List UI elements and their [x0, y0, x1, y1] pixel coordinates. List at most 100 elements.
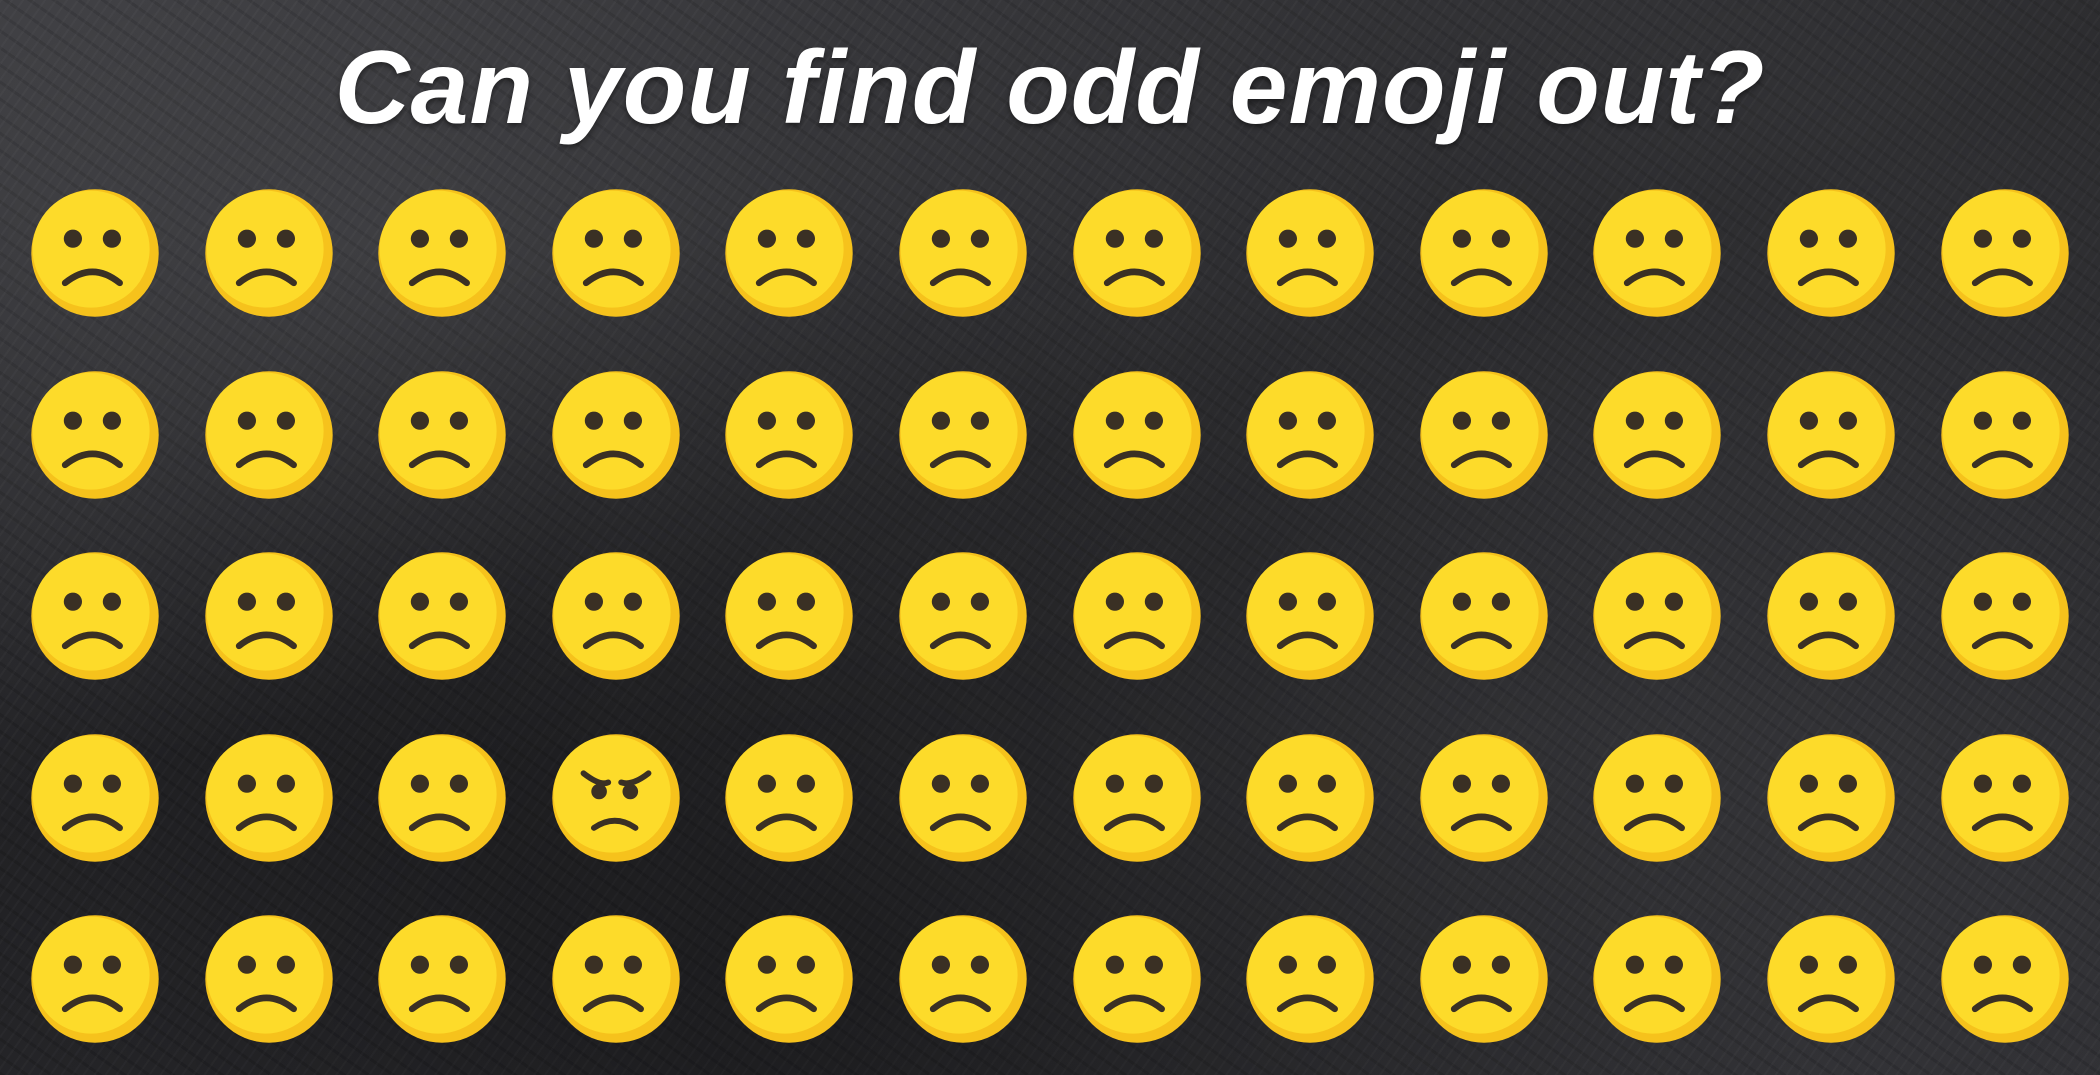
emoji-tile[interactable]: [724, 551, 854, 681]
emoji-grid: [30, 188, 2070, 1048]
emoji-tile[interactable]: [30, 733, 160, 863]
frowning-face-icon: [204, 370, 333, 499]
frowning-face-icon: [1246, 915, 1374, 1043]
emoji-tile[interactable]: [1072, 733, 1202, 863]
angry-face-icon: [552, 733, 680, 862]
frowning-face-icon: [1940, 733, 2069, 862]
emoji-tile[interactable]: [377, 733, 507, 863]
emoji-tile[interactable]: [1940, 551, 2070, 681]
frowning-face-icon: [725, 189, 854, 317]
frowning-face-icon: [1767, 552, 1895, 680]
emoji-tile[interactable]: [1592, 551, 1722, 681]
emoji-tile[interactable]: [1766, 914, 1896, 1044]
emoji-tile[interactable]: [204, 551, 334, 681]
emoji-tile[interactable]: [1245, 370, 1375, 500]
emoji-tile[interactable]: [724, 914, 854, 1044]
frowning-face-icon: [1072, 370, 1201, 499]
emoji-tile[interactable]: [1766, 370, 1896, 500]
frowning-face-icon: [1072, 552, 1201, 680]
frowning-face-icon: [899, 552, 1027, 680]
frowning-face-icon: [1767, 915, 1895, 1043]
emoji-tile[interactable]: [1419, 733, 1549, 863]
frowning-face-icon: [31, 370, 159, 499]
frowning-face-icon: [378, 189, 506, 317]
emoji-tile[interactable]: [551, 733, 681, 863]
emoji-tile[interactable]: [1419, 551, 1549, 681]
puzzle-canvas: Can you find odd emoji out?: [0, 0, 2100, 1075]
emoji-tile[interactable]: [1072, 914, 1202, 1044]
emoji-tile[interactable]: [1419, 370, 1549, 500]
emoji-tile[interactable]: [204, 188, 334, 318]
frowning-face-icon: [31, 915, 159, 1043]
emoji-tile[interactable]: [1592, 914, 1722, 1044]
emoji-tile[interactable]: [1072, 188, 1202, 318]
frowning-face-icon: [899, 733, 1027, 862]
emoji-tile[interactable]: [898, 914, 1028, 1044]
emoji-tile[interactable]: [30, 370, 160, 500]
frowning-face-icon: [204, 915, 333, 1043]
frowning-face-icon: [1940, 915, 2069, 1043]
frowning-face-icon: [552, 189, 680, 317]
frowning-face-icon: [725, 915, 854, 1043]
emoji-tile[interactable]: [551, 551, 681, 681]
emoji-tile[interactable]: [551, 188, 681, 318]
frowning-face-icon: [899, 370, 1027, 499]
emoji-tile[interactable]: [1072, 370, 1202, 500]
emoji-tile[interactable]: [898, 188, 1028, 318]
emoji-tile[interactable]: [377, 551, 507, 681]
emoji-tile[interactable]: [1940, 914, 2070, 1044]
frowning-face-icon: [1593, 370, 1722, 499]
emoji-tile[interactable]: [724, 370, 854, 500]
frowning-face-icon: [1767, 189, 1895, 317]
emoji-tile[interactable]: [1940, 370, 2070, 500]
frowning-face-icon: [1246, 552, 1374, 680]
frowning-face-icon: [1940, 552, 2069, 680]
emoji-tile[interactable]: [30, 188, 160, 318]
emoji-tile[interactable]: [1592, 188, 1722, 318]
emoji-tile[interactable]: [724, 188, 854, 318]
emoji-tile[interactable]: [551, 914, 681, 1044]
frowning-face-icon: [1246, 189, 1374, 317]
emoji-tile[interactable]: [1766, 733, 1896, 863]
emoji-tile[interactable]: [1419, 914, 1549, 1044]
frowning-face-icon: [1072, 189, 1201, 317]
emoji-tile[interactable]: [1245, 551, 1375, 681]
frowning-face-icon: [204, 733, 333, 862]
emoji-tile[interactable]: [1072, 551, 1202, 681]
emoji-tile[interactable]: [1592, 370, 1722, 500]
emoji-tile[interactable]: [204, 733, 334, 863]
emoji-tile[interactable]: [204, 914, 334, 1044]
emoji-tile[interactable]: [898, 733, 1028, 863]
emoji-tile[interactable]: [551, 370, 681, 500]
emoji-tile[interactable]: [1419, 188, 1549, 318]
emoji-tile[interactable]: [377, 188, 507, 318]
frowning-face-icon: [378, 552, 506, 680]
emoji-tile[interactable]: [1766, 188, 1896, 318]
frowning-face-icon: [1420, 189, 1548, 317]
frowning-face-icon: [31, 552, 159, 680]
frowning-face-icon: [1767, 733, 1895, 862]
emoji-tile[interactable]: [1940, 733, 2070, 863]
emoji-tile[interactable]: [1245, 914, 1375, 1044]
emoji-tile[interactable]: [1592, 733, 1722, 863]
frowning-face-icon: [1593, 733, 1722, 862]
emoji-tile[interactable]: [898, 370, 1028, 500]
frowning-face-icon: [1940, 189, 2069, 317]
frowning-face-icon: [1940, 370, 2069, 499]
frowning-face-icon: [552, 915, 680, 1043]
emoji-tile[interactable]: [1245, 733, 1375, 863]
frowning-face-icon: [552, 370, 680, 499]
emoji-tile[interactable]: [377, 370, 507, 500]
emoji-tile[interactable]: [1940, 188, 2070, 318]
frowning-face-icon: [204, 552, 333, 680]
emoji-tile[interactable]: [30, 551, 160, 681]
emoji-tile[interactable]: [204, 370, 334, 500]
frowning-face-icon: [204, 189, 333, 317]
emoji-tile[interactable]: [1766, 551, 1896, 681]
emoji-tile[interactable]: [898, 551, 1028, 681]
emoji-tile[interactable]: [30, 914, 160, 1044]
frowning-face-icon: [1593, 552, 1722, 680]
emoji-tile[interactable]: [724, 733, 854, 863]
emoji-tile[interactable]: [1245, 188, 1375, 318]
emoji-tile[interactable]: [377, 914, 507, 1044]
